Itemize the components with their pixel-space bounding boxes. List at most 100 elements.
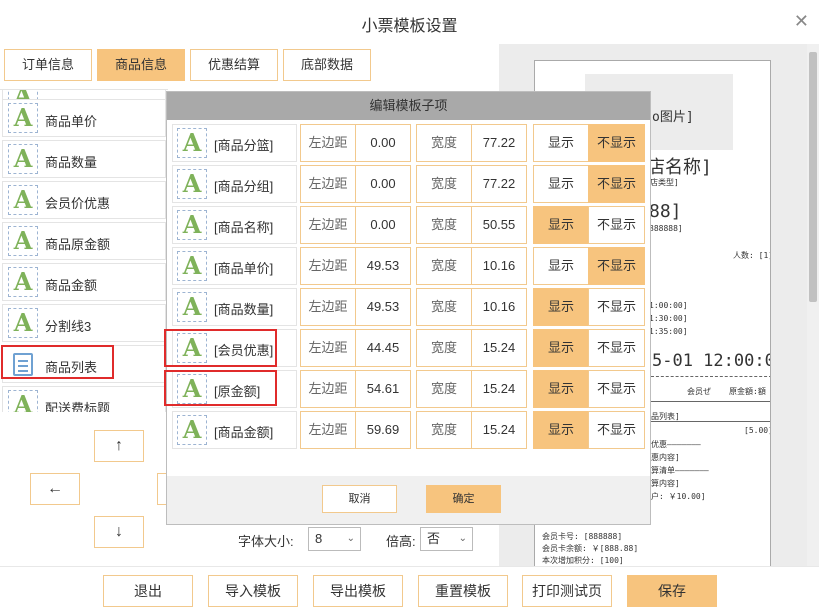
hide-button[interactable]: 不显示 — [588, 206, 645, 244]
exit-button[interactable]: 退出 — [103, 575, 193, 607]
preview-time-3: 1:35:00] — [649, 327, 688, 336]
left-margin-label: 左边距 — [300, 329, 356, 367]
hide-button[interactable]: 不显示 — [588, 411, 645, 449]
show-button[interactable]: 显示 — [533, 329, 589, 367]
width-input[interactable]: 10.16 — [471, 288, 527, 326]
save-button[interactable]: 保存 — [627, 575, 717, 607]
width-input[interactable]: 15.24 — [471, 411, 527, 449]
text-a-icon: A — [8, 267, 38, 297]
width-input[interactable]: 50.55 — [471, 206, 527, 244]
double-height-select[interactable]: 否 ⌄ — [420, 527, 473, 551]
left-margin-input[interactable]: 44.45 — [355, 329, 411, 367]
print-test-button[interactable]: 打印测试页 — [522, 575, 612, 607]
preview-discount: 优惠——————— — [651, 440, 701, 449]
show-button[interactable]: 显示 — [533, 165, 589, 203]
left-margin-input[interactable]: 49.53 — [355, 247, 411, 285]
width-input[interactable]: 10.16 — [471, 247, 527, 285]
width-label: 宽度 — [416, 370, 472, 408]
hide-button[interactable]: 不显示 — [588, 165, 645, 203]
preview-divider — [651, 401, 770, 402]
preview-number: 88] — [649, 201, 682, 222]
list-item-label: 商品原金额 — [45, 237, 111, 252]
tab-order-info[interactable]: 订单信息 — [4, 49, 93, 81]
cancel-button[interactable]: 取消 — [322, 485, 397, 513]
width-input[interactable]: 77.22 — [471, 165, 527, 203]
list-item-label: 商品数量 — [45, 155, 98, 170]
left-margin-input[interactable]: 49.53 — [355, 288, 411, 326]
list-item-member-discount[interactable]: A 会员价优惠 — [2, 181, 166, 219]
export-template-button[interactable]: 导出模板 — [313, 575, 403, 607]
hide-button[interactable]: 不显示 — [588, 329, 645, 367]
hide-button[interactable]: 不显示 — [588, 247, 645, 285]
move-left-button[interactable]: ← — [30, 473, 80, 505]
close-icon[interactable]: ✕ — [794, 11, 809, 32]
show-button[interactable]: 显示 — [533, 247, 589, 285]
preview-time-1: 1:00:00] — [649, 301, 688, 310]
preview-points: 本次增加积分: [100] — [542, 556, 624, 565]
confirm-button[interactable]: 确定 — [426, 485, 501, 513]
font-size-value: 8 — [315, 531, 323, 546]
show-button[interactable]: 显示 — [533, 411, 589, 449]
list-item-amount[interactable]: A 商品金额 — [2, 263, 166, 301]
highlight-original-amount — [164, 370, 277, 406]
width-label: 宽度 — [416, 411, 472, 449]
subitem-name: [商品单价] — [214, 261, 274, 276]
tab-discount-settle[interactable]: 优惠结算 — [190, 49, 279, 81]
preview-content-1: 惠内容] — [651, 453, 680, 462]
move-up-button[interactable]: ↑ — [94, 430, 144, 462]
reset-template-button[interactable]: 重置模板 — [418, 575, 508, 607]
dialog-title: 编辑模板子项 — [167, 92, 650, 120]
show-button[interactable]: 显示 — [533, 206, 589, 244]
subitem-name-cell: A [商品单价] — [172, 247, 297, 285]
scrollbar-thumb[interactable] — [809, 52, 817, 302]
subitem-row-goods-amount: A [商品金额] 左边距 59.69 宽度 15.24 显示 不显示 — [172, 411, 646, 449]
preview-people: 人数: [1] — [733, 251, 771, 260]
list-item-original-amount[interactable]: A 商品原金额 — [2, 222, 166, 260]
hide-button[interactable]: 不显示 — [588, 288, 645, 326]
move-down-button[interactable]: ↓ — [94, 516, 144, 548]
show-button[interactable]: 显示 — [533, 124, 589, 162]
text-a-icon: A — [177, 169, 207, 199]
list-item-delivery-title[interactable]: A 配送费标题 — [2, 386, 166, 412]
width-input[interactable]: 15.24 — [471, 329, 527, 367]
text-a-icon: A — [8, 103, 38, 133]
subitem-row-quantity: A [商品数量] 左边距 49.53 宽度 10.16 显示 不显示 — [172, 288, 646, 326]
left-margin-input[interactable]: 0.00 — [355, 124, 411, 162]
list-item-quantity[interactable]: A 商品数量 — [2, 140, 166, 178]
width-label: 宽度 — [416, 165, 472, 203]
left-margin-input[interactable]: 0.00 — [355, 206, 411, 244]
show-button[interactable]: 显示 — [533, 370, 589, 408]
preview-divider — [651, 376, 770, 377]
preview-date: 5-01 12:00:00] — [652, 351, 770, 371]
preview-scrollbar[interactable] — [807, 44, 819, 566]
subitem-name-cell: A [商品分组] — [172, 165, 297, 203]
preview-divider — [651, 421, 770, 422]
double-height-value: 否 — [427, 531, 441, 546]
preview-content-2: 算内容] — [651, 479, 680, 488]
hide-button[interactable]: 不显示 — [588, 370, 645, 408]
import-template-button[interactable]: 导入模板 — [208, 575, 298, 607]
width-input[interactable]: 15.24 — [471, 370, 527, 408]
left-margin-input[interactable]: 59.69 — [355, 411, 411, 449]
left-margin-input[interactable]: 54.61 — [355, 370, 411, 408]
list-item-label: 分割线3 — [45, 319, 92, 334]
tab-goods-info[interactable]: 商品信息 — [97, 49, 186, 81]
width-input[interactable]: 77.22 — [471, 124, 527, 162]
show-button[interactable]: 显示 — [533, 288, 589, 326]
left-margin-label: 左边距 — [300, 124, 356, 162]
preview-account: 户: ￥10.00] — [651, 492, 706, 501]
subitem-name: [商品分组] — [214, 179, 274, 194]
list-item-unit-price[interactable]: A 商品单价 — [2, 99, 166, 137]
list-item-divider-3[interactable]: A 分割线3 — [2, 304, 166, 342]
preview-store-type: 店类型] — [650, 178, 679, 187]
preview-settle: 算清单——————— — [651, 466, 709, 475]
hide-button[interactable]: 不显示 — [588, 124, 645, 162]
text-a-icon: A — [8, 390, 38, 412]
font-size-select[interactable]: 8 ⌄ — [308, 527, 361, 551]
list-item-label: 配送费标题 — [45, 401, 111, 412]
left-margin-input[interactable]: 0.00 — [355, 165, 411, 203]
subitem-name-cell: A [商品名称] — [172, 206, 297, 244]
tab-bottom-data[interactable]: 底部数据 — [283, 49, 372, 81]
preview-member-balance: 会员卡余额: ￥[888.88] — [542, 544, 639, 553]
left-margin-label: 左边距 — [300, 411, 356, 449]
